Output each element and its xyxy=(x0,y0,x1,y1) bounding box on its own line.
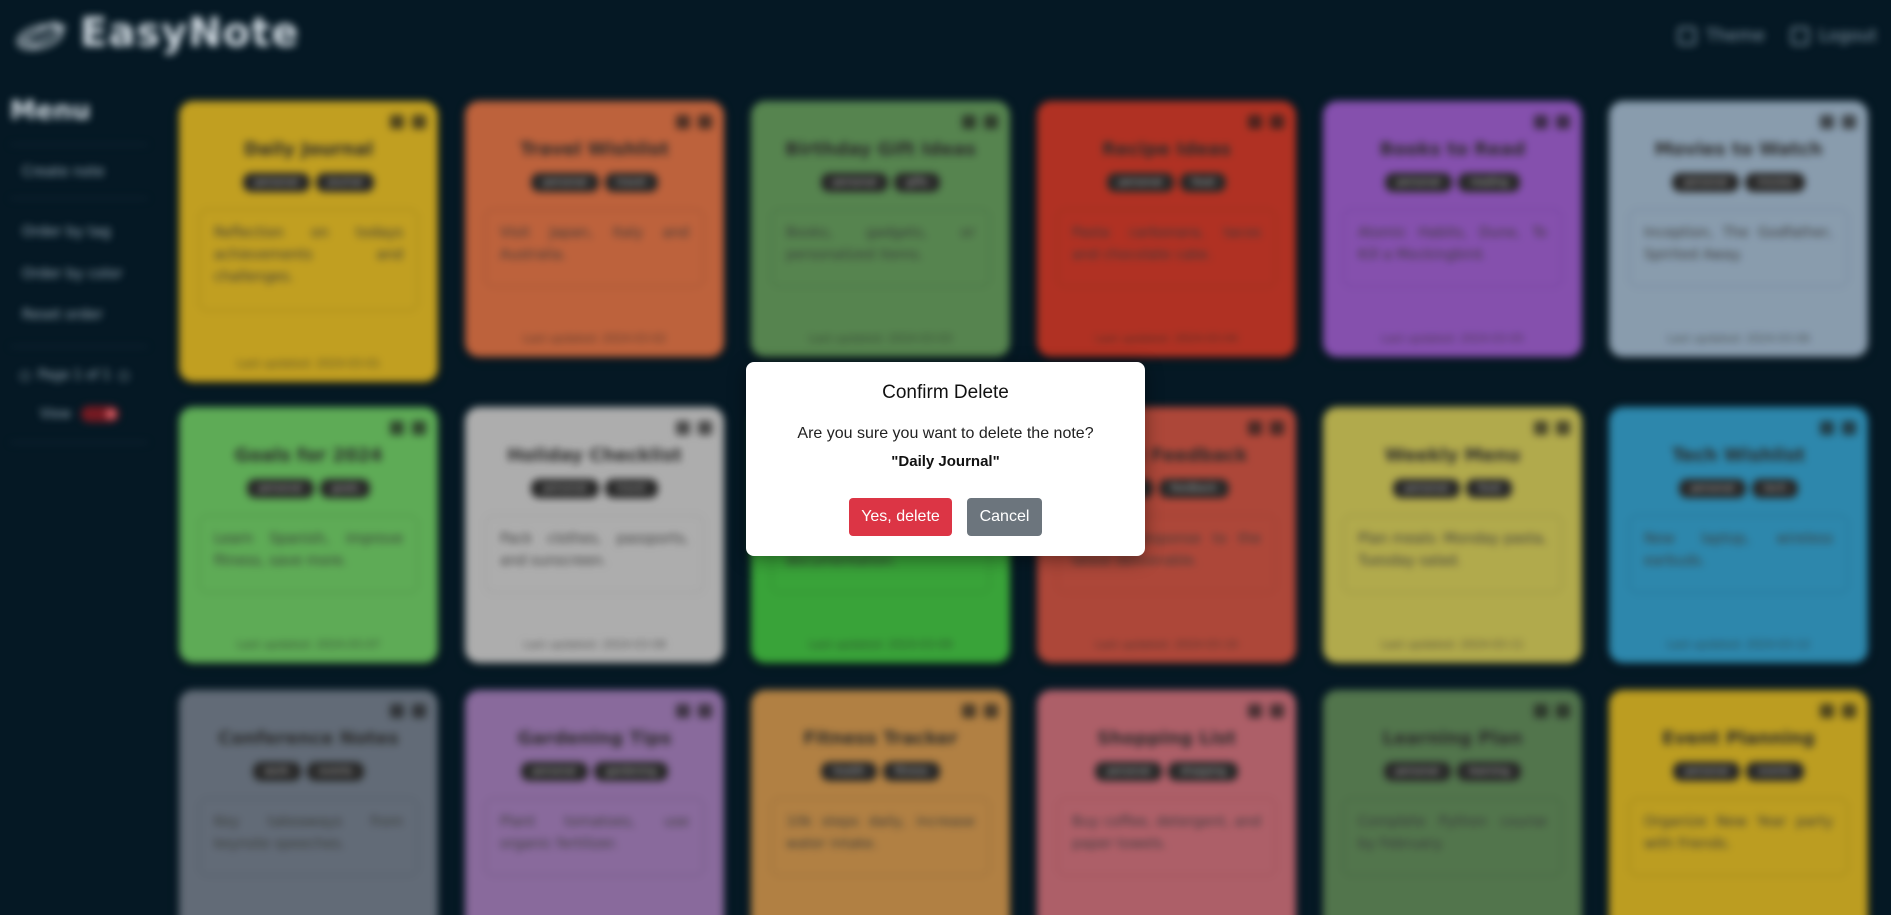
app-root: EasyNote Theme Logout Menu Create note O… xyxy=(0,0,1891,915)
modal-note-name: "Daily Journal" xyxy=(891,453,1000,470)
confirm-delete-modal: Confirm Delete Are you sure you want to … xyxy=(746,362,1145,556)
modal-title: Confirm Delete xyxy=(882,382,1009,403)
confirm-delete-button[interactable]: Yes, delete xyxy=(849,498,952,536)
cancel-button[interactable]: Cancel xyxy=(967,498,1042,536)
modal-message: Are you sure you want to delete the note… xyxy=(797,425,1094,442)
